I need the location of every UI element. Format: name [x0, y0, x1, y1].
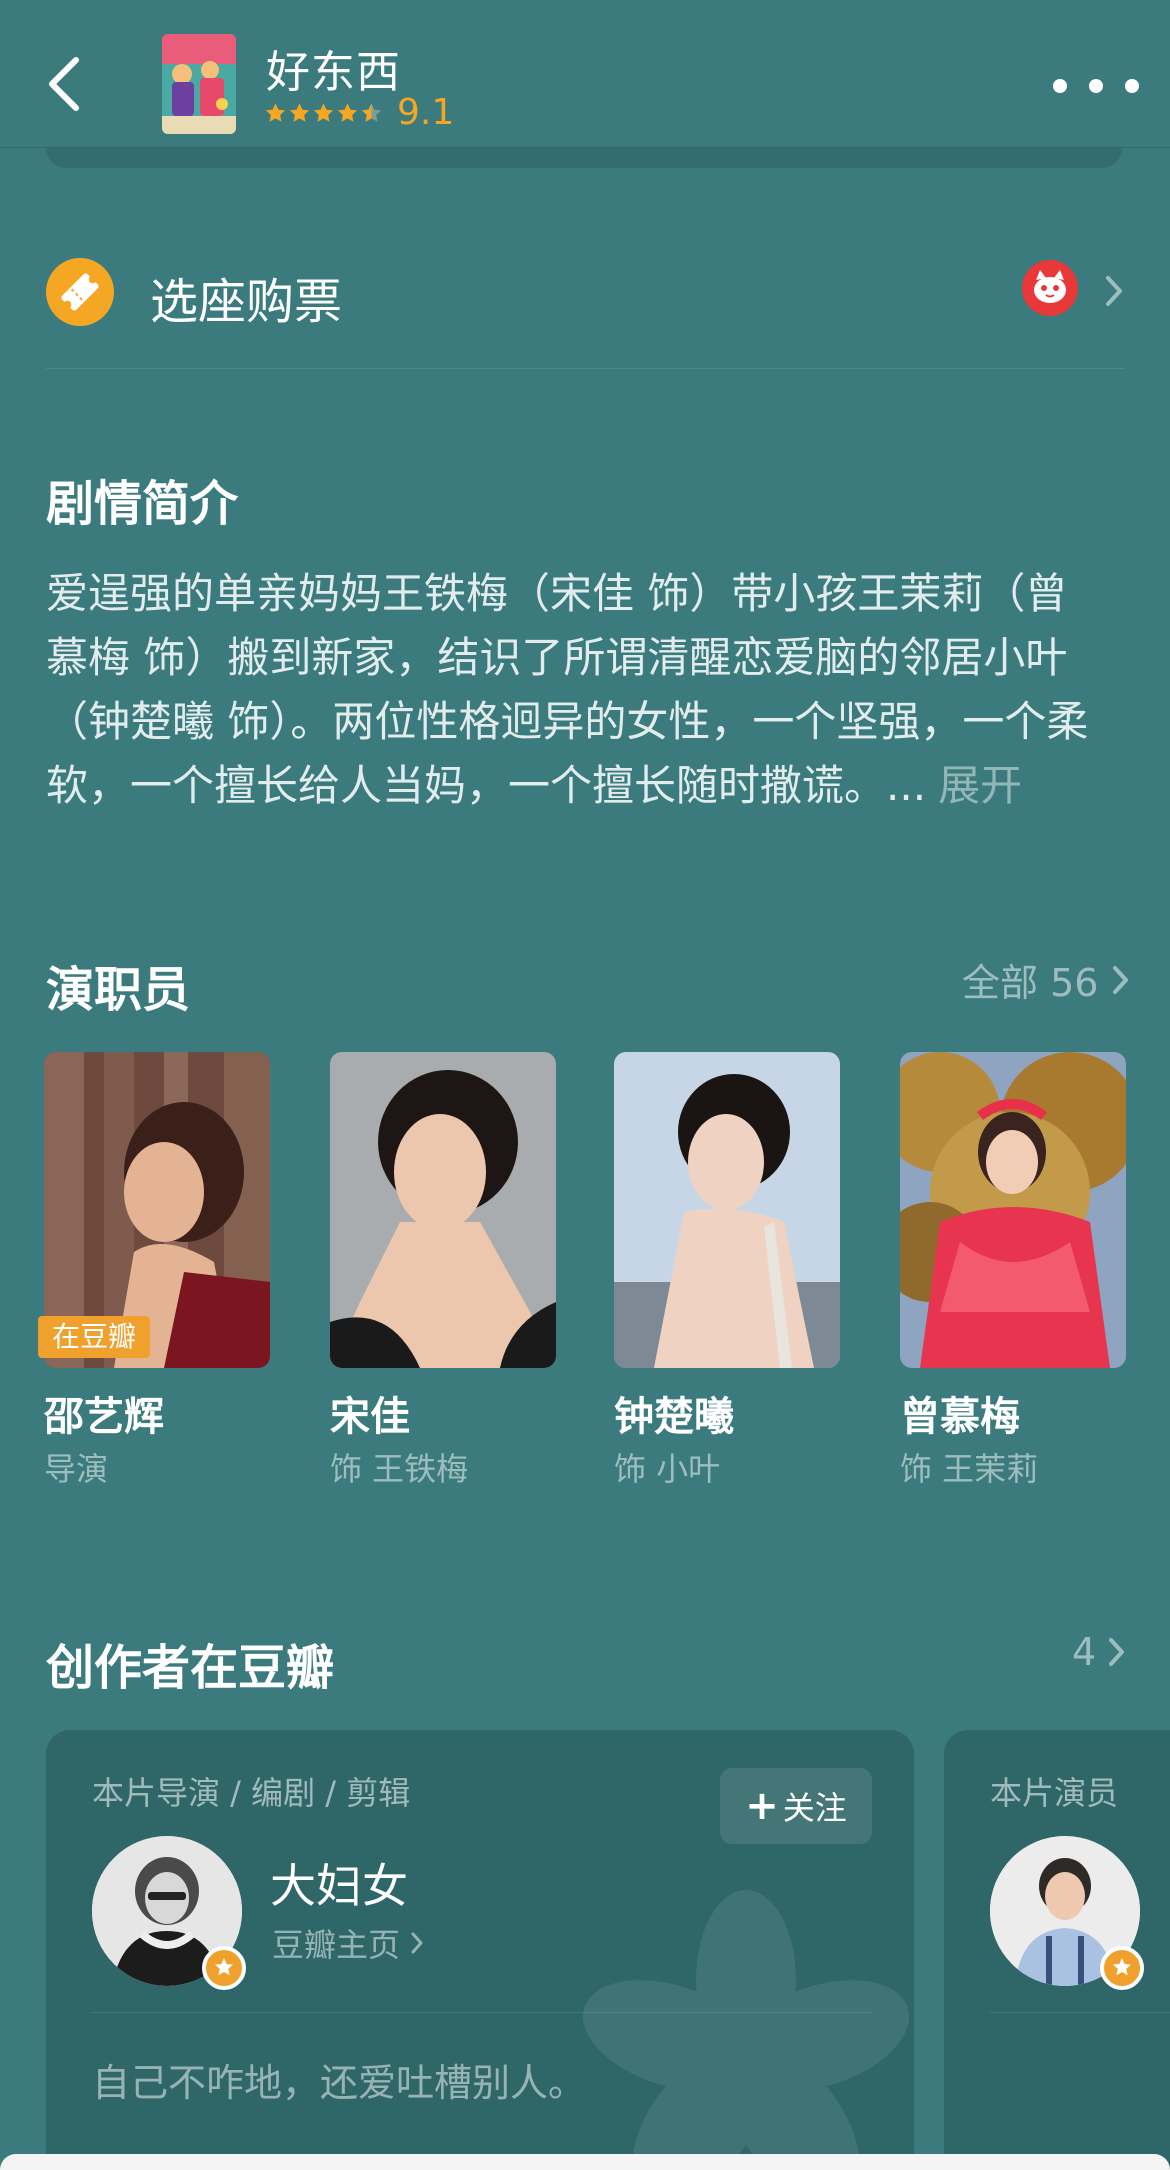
half-star-icon [361, 102, 382, 122]
ticket-purchase-row[interactable]: 选座购票 [46, 256, 1124, 330]
top-nav-bar: 好东西 9.1 [0, 0, 1170, 148]
cast-photo [900, 1052, 1126, 1368]
creator-roles: 本片演员 [990, 1774, 1119, 1812]
creator-roles: 本片导演 / 编剧 / 剪辑 [92, 1774, 411, 1812]
cast-name: 钟楚曦 [614, 1394, 734, 1440]
chevron-right-icon [1109, 1638, 1125, 1666]
expand-link[interactable]: 展开 [938, 761, 1022, 810]
synopsis-text[interactable]: 爱逞强的单亲妈妈王铁梅（宋佳 饰）带小孩王茉莉（曾 慕梅 饰）搬到新家，结识了所… [46, 562, 1126, 818]
cast-section-title: 演职员 [46, 962, 191, 1018]
synopsis-line-last: 软，一个擅长给人当妈，一个擅长随时撒谎。... 展开 [46, 754, 1126, 818]
chevron-right-icon [411, 1932, 423, 1954]
ticket-label: 选座购票 [150, 274, 343, 330]
follow-label: 关注 [782, 1789, 847, 1827]
see-all-cast-link[interactable]: 全部 56 [962, 952, 1130, 1007]
divider [46, 368, 1124, 369]
star-icon [265, 102, 286, 122]
cast-role: 饰 小叶 [614, 1450, 721, 1488]
on-douban-badge: 在豆瓣 [38, 1316, 151, 1358]
movie-poster-thumbnail[interactable] [162, 34, 236, 134]
creator-card[interactable]: 本片演员 [944, 1730, 1170, 2170]
bottom-sheet-edge [0, 2154, 1170, 2170]
verified-badge-icon [1100, 1946, 1144, 1990]
synopsis-line: 慕梅 饰）搬到新家，结识了所谓清醒恋爱脑的邻居小叶 [46, 633, 1068, 682]
cast-card[interactable]: 曾慕梅 饰 王茉莉 [900, 1052, 1126, 1488]
homepage-label: 豆瓣主页 [272, 1926, 401, 1964]
chevron-right-icon [1113, 965, 1129, 994]
cast-role: 饰 王茉莉 [900, 1450, 1039, 1488]
creators-count: 4 [1072, 1630, 1097, 1674]
cast-role: 饰 王铁梅 [330, 1450, 469, 1488]
cast-card[interactable]: 宋佳 饰 王铁梅 [330, 1052, 556, 1488]
plus-icon: + [745, 1783, 779, 1829]
creators-section-title: 创作者在豆瓣 [46, 1640, 335, 1696]
movie-title: 好东西 [266, 47, 401, 98]
follow-button[interactable]: + 关注 [720, 1768, 872, 1844]
cast-card[interactable]: 在豆瓣 邵艺辉 导演 [38, 1052, 270, 1488]
previous-card-edge [46, 148, 1122, 168]
divider [92, 2012, 872, 2013]
douban-flower-watermark [582, 1890, 910, 2170]
cast-photo [614, 1052, 840, 1368]
cast-name: 邵艺辉 [44, 1394, 164, 1440]
rating-row: 9.1 [264, 92, 454, 133]
creator-bio: 自己不咋地，还爱吐槽别人。 [92, 2061, 587, 2105]
divider [990, 2012, 1170, 2013]
verified-badge-icon [202, 1946, 246, 1990]
creators-count-link[interactable]: 4 [1072, 1630, 1126, 1674]
see-all-label: 全部 56 [962, 961, 1099, 1005]
more-button[interactable] [1044, 66, 1148, 106]
cast-name: 曾慕梅 [900, 1394, 1020, 1440]
back-button[interactable] [40, 48, 96, 120]
rating-stars [264, 102, 383, 124]
more-icon [1053, 79, 1139, 93]
maoyan-cat-icon [1022, 260, 1078, 316]
creator-card[interactable]: 本片导演 / 编剧 / 剪辑 + 关注 大妇女 豆瓣主页 自己不咋地，还爱吐槽别… [46, 1730, 914, 2170]
creator-homepage-link[interactable]: 豆瓣主页 [272, 1920, 424, 1966]
synopsis-line: 爱逞强的单亲妈妈王铁梅（宋佳 饰）带小孩王茉莉（曾 [46, 569, 1068, 618]
synopsis-title: 剧情简介 [46, 476, 239, 532]
star-icon [289, 102, 310, 122]
cast-card[interactable]: 钟楚曦 饰 小叶 [614, 1052, 840, 1488]
star-icon [337, 102, 358, 122]
rating-score: 9.1 [397, 92, 455, 133]
synopsis-line: （钟楚曦 饰）。两位性格迥异的女性，一个坚强，一个柔 [46, 697, 1089, 746]
cast-role: 导演 [44, 1450, 109, 1488]
synopsis-line-text: 软，一个擅长给人当妈，一个擅长随时撒谎。... [46, 761, 927, 810]
cast-name: 宋佳 [330, 1394, 410, 1440]
creator-name[interactable]: 大妇女 [270, 1850, 408, 1916]
back-icon [49, 57, 79, 111]
chevron-right-icon [1106, 276, 1122, 306]
ticket-icon [46, 258, 114, 326]
cast-photo [330, 1052, 556, 1368]
star-icon [313, 102, 334, 122]
